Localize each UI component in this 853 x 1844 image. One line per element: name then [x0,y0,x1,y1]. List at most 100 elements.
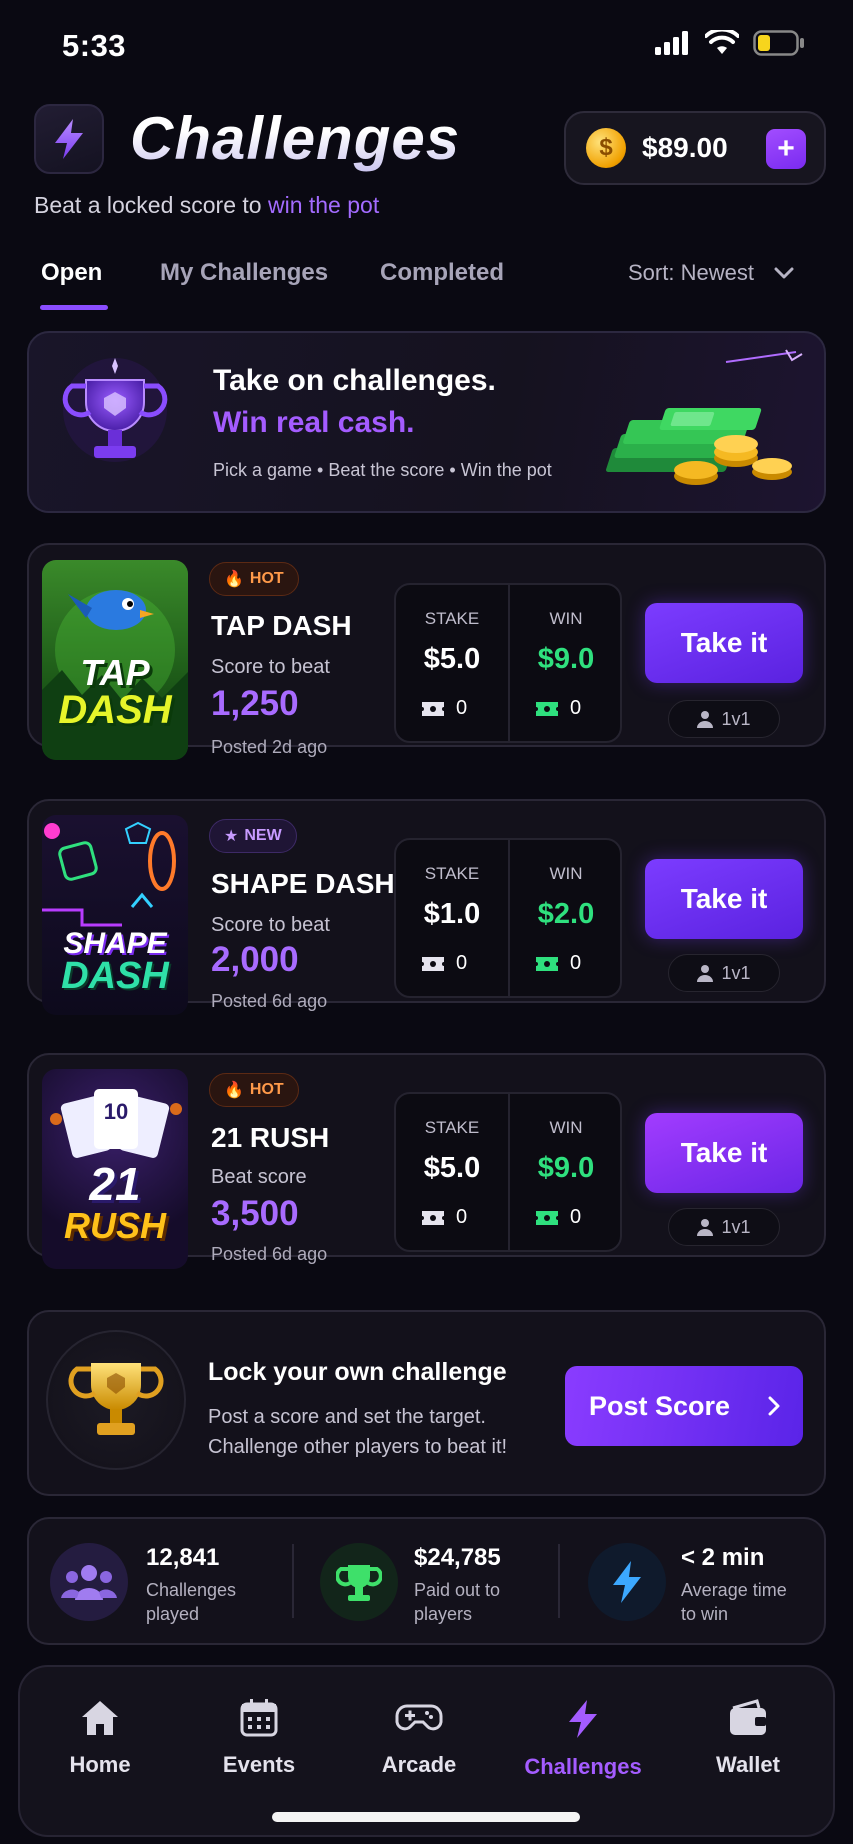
win-label: WIN [549,609,583,628]
stat-challenges-label: Challenges played [146,1580,237,1624]
stake-win-box: STAKE WIN $1.0 $2.0 0 0 [394,838,622,998]
nav-home[interactable]: Home [30,1698,170,1778]
cash-icon [536,1210,558,1225]
game-name: TAP DASH [211,610,352,641]
balance-amount: $89.00 [642,132,728,163]
win-ticket-count: 0 [534,952,581,975]
user-icon [697,1219,714,1236]
cash-icon [536,701,558,716]
ticket-icon [422,701,444,716]
take-it-button[interactable]: Take it [645,859,803,939]
thumb-title-line2: RUSH [63,1205,166,1246]
stake-value: $5.0 [423,1152,481,1184]
win-label: WIN [549,1118,583,1137]
gold-trophy-icon [46,1330,186,1470]
calendar-icon [240,1699,278,1737]
user-icon [697,711,714,728]
stake-win-box: STAKE WIN $5.0 $9.0 0 0 [394,583,622,743]
cash-icon [536,956,558,971]
fire-icon: 🔥 [224,571,244,588]
lock-challenge-description: Post a score and set the target. Challen… [208,1406,508,1458]
stake-ticket-count: 0 [420,697,467,720]
stat-time-label: Average time to win [681,1580,787,1624]
stat-challenges-value: 12,841 [146,1544,220,1571]
divider [292,1544,294,1618]
ticket-icon [422,956,444,971]
wallet-balance[interactable]: $ $89.00 + [564,111,826,185]
stake-ticket-count: 0 [420,952,467,975]
home-icon [82,1701,118,1735]
win-value: $2.0 [537,898,595,930]
nav-arcade[interactable]: Arcade [349,1698,489,1778]
nav-challenges[interactable]: Challenges [513,1698,653,1780]
posted-time: Posted 6d ago [211,1244,328,1264]
thumb-title-line2: DASH [58,688,172,732]
shape-dash-thumbnail: SHAPE DASH [42,815,188,1015]
lightning-icon [569,1700,597,1738]
mode-pill: 1v1 [668,700,780,738]
banner-title-line2: Win real cash. [213,406,415,439]
purple-trophy-icon [62,358,168,462]
mode-pill: 1v1 [668,954,780,992]
page-subtitle: Beat a locked score to win the pot [34,192,380,218]
post-score-button[interactable]: Post Score [565,1366,803,1446]
take-it-button[interactable]: Take it [645,603,803,683]
nav-wallet[interactable]: Wallet [678,1698,818,1778]
nav-events[interactable]: Events [189,1698,329,1778]
players-icon [50,1543,128,1621]
divider [558,1544,560,1618]
sort-label: Sort: Newest [628,260,754,285]
add-funds-button[interactable]: + [766,129,806,169]
banner-title-line1: Take on challenges. [213,364,496,397]
posted-time: Posted 6d ago [211,991,328,1011]
take-it-button[interactable]: Take it [645,1113,803,1193]
stake-win-box: STAKE WIN $5.0 $9.0 0 0 [394,1092,622,1252]
banner-subtitle: Pick a game • Beat the score • Win the p… [213,460,552,480]
tab-my-challenges[interactable]: My Challenges [160,259,328,287]
stake-label: STAKE [424,864,480,883]
wallet-icon [730,1699,766,1735]
stake-value: $1.0 [423,898,481,930]
win-ticket-count: 0 [534,697,581,720]
posted-time: Posted 2d ago [211,737,328,757]
gamepad-icon [395,1704,443,1731]
win-value: $9.0 [537,643,595,675]
stat-paid-value: $24,785 [414,1544,501,1571]
active-tab-indicator [40,305,108,310]
tab-completed[interactable]: Completed [380,259,504,287]
chevron-right-icon [768,1396,780,1416]
wifi-icon [705,30,739,54]
lightning-icon [588,1543,666,1621]
win-ticket-count: 0 [534,1206,581,1229]
tap-dash-thumbnail: TAP DASH [42,560,188,760]
sort-dropdown[interactable]: Sort: Newest [628,260,794,286]
stake-ticket-count: 0 [420,1206,467,1229]
home-indicator [272,1812,580,1822]
star-icon: ★ [224,828,239,845]
thumb-title-line1: 21 [89,1158,141,1210]
hot-badge: 🔥 HOT [209,1073,299,1107]
lock-challenge-title: Lock your own challenge [208,1358,507,1386]
status-time: 5:33 [62,28,127,63]
stake-label: STAKE [424,1118,480,1137]
score-value: 1,250 [211,684,299,723]
hot-badge: 🔥 HOT [209,562,299,596]
thumb-title-line2: DASH [61,955,169,997]
score-label: Beat score [211,1166,307,1188]
cash-stack-icon [606,349,803,485]
coin-icon: $ [586,128,626,168]
fire-icon: 🔥 [224,1082,244,1099]
game-name: SHAPE DASH [211,868,395,899]
new-badge: ★ NEW [209,819,297,853]
score-value: 2,000 [211,940,299,979]
tab-open[interactable]: Open [41,259,102,287]
stat-paid-label: Paid out to players [414,1580,501,1624]
mode-pill: 1v1 [668,1208,780,1246]
score-label: Score to beat [211,656,330,678]
status-icons [655,30,805,56]
trophy-icon [320,1543,398,1621]
battery-icon [753,30,804,56]
win-value: $9.0 [537,1152,595,1184]
ticket-icon [422,1210,444,1225]
game-name: 21 RUSH [211,1122,330,1153]
